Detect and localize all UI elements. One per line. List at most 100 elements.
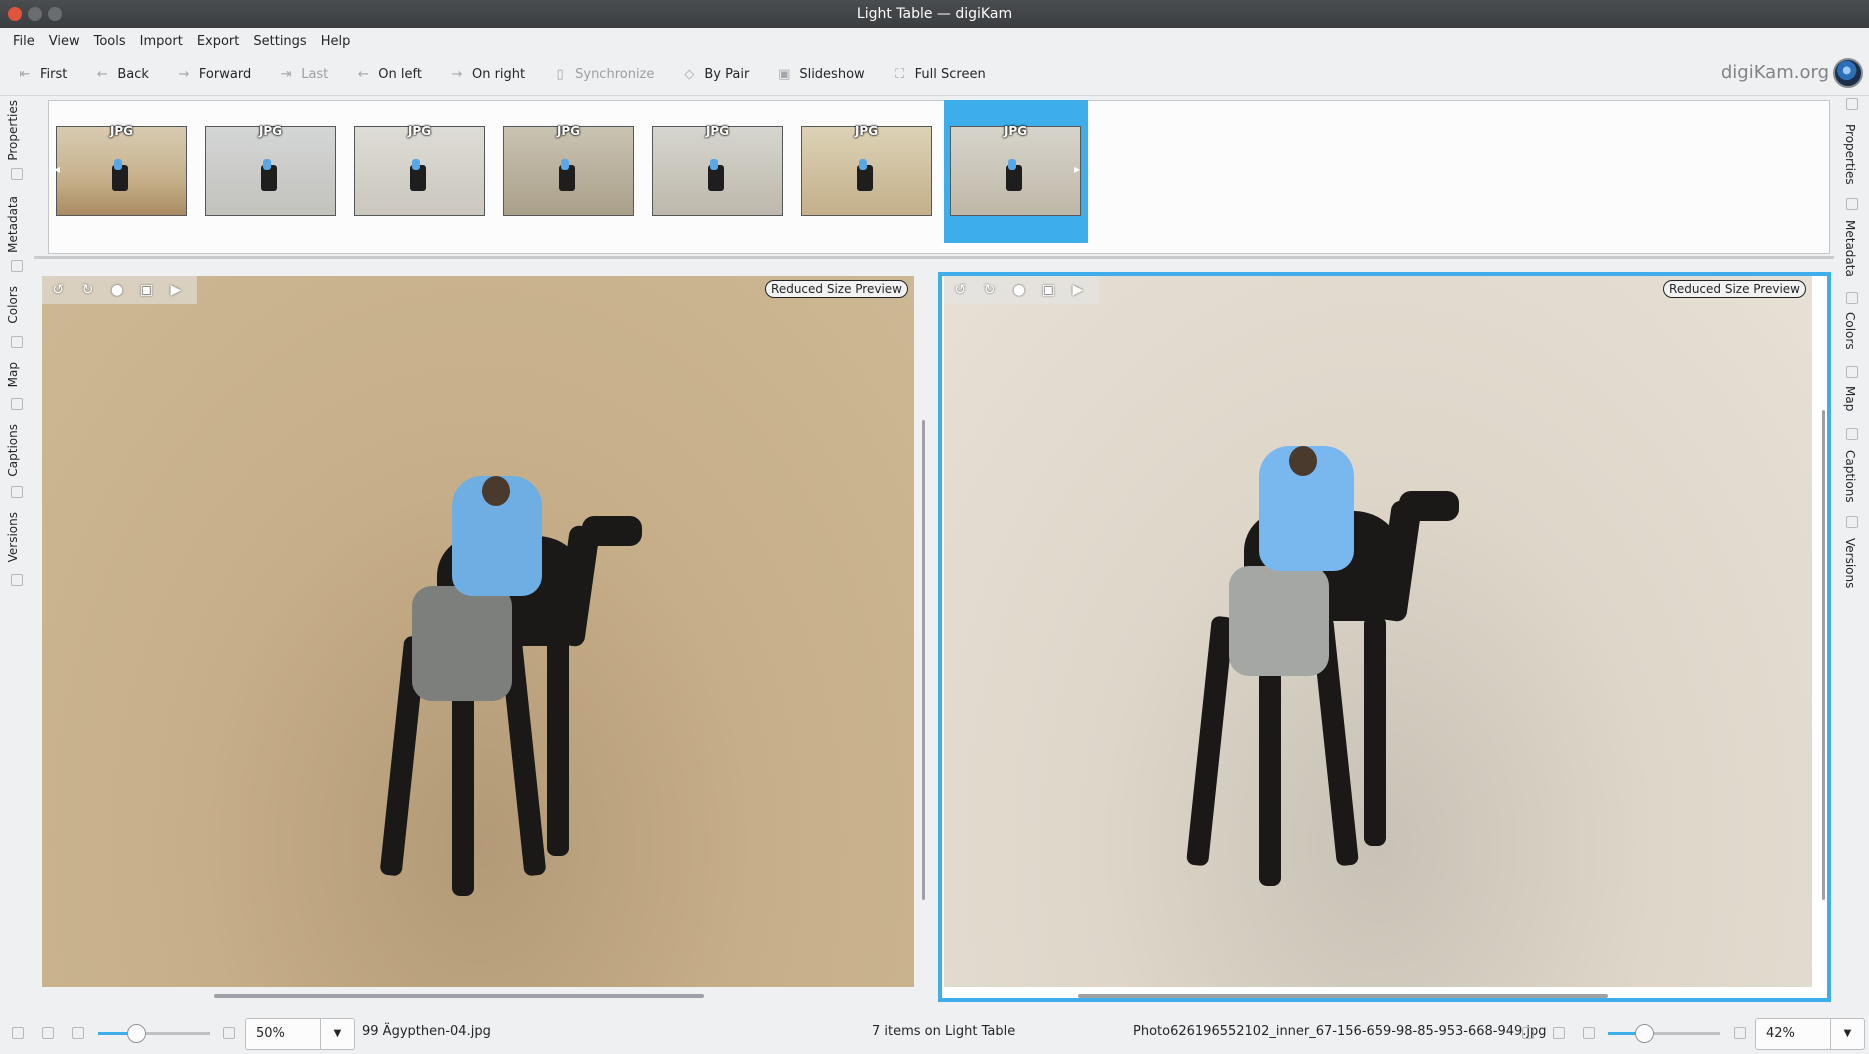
play-icon[interactable]: ▶	[1070, 281, 1086, 299]
full-screen-button[interactable]: ⛶ Full Screen	[891, 67, 986, 83]
right-zoom-combo[interactable]: 42% ▼	[1755, 1018, 1865, 1050]
slider-handle[interactable]	[1635, 1024, 1654, 1043]
right-preview-pane[interactable]: ↺ ↻ ● ▣ ▶ Reduced Size Preview	[944, 276, 1812, 987]
menu-file[interactable]: File	[6, 34, 42, 49]
zoom-100-icon[interactable]	[42, 1027, 54, 1039]
right-vertical-scrollbar[interactable]	[1822, 410, 1825, 900]
left-tab-colors[interactable]: Colors	[6, 286, 20, 324]
back-button[interactable]: ← Back	[93, 67, 149, 83]
thumbnail[interactable]: JPG	[354, 124, 485, 216]
rotate-left-icon[interactable]: ↺	[952, 281, 968, 299]
first-button[interactable]: ⇤ First	[16, 67, 68, 83]
zoom-out-icon[interactable]	[1583, 1027, 1595, 1039]
rider-figure	[1008, 159, 1016, 170]
last-button[interactable]: ⇥ Last	[277, 66, 329, 83]
right-horizontal-scrollbar[interactable]	[1078, 994, 1608, 998]
person-icon[interactable]: ●	[109, 281, 125, 299]
rider-figure	[859, 159, 867, 170]
menu-view[interactable]: View	[42, 34, 87, 49]
jpg-badge: JPG	[556, 124, 581, 138]
left-tab-versions[interactable]: Versions	[6, 512, 20, 562]
forward-icon: →	[178, 66, 190, 82]
on-right-button[interactable]: → On right	[448, 67, 526, 83]
thumbnail-selected[interactable]: JPG	[950, 124, 1081, 216]
arrow-left-icon: ←	[357, 66, 369, 82]
scroll-left-icon[interactable]: ◂	[54, 162, 60, 176]
captions-icon	[11, 486, 23, 498]
fit-to-window-icon[interactable]	[1522, 1027, 1534, 1039]
thumbnail[interactable]: JPG	[503, 124, 634, 216]
zoom-out-icon[interactable]	[72, 1027, 84, 1039]
rotate-right-icon[interactable]: ↻	[981, 281, 997, 299]
left-tab-properties[interactable]: Properties	[6, 100, 20, 161]
thumbnail-bar-splitter[interactable]	[34, 256, 1834, 259]
close-window-button[interactable]	[8, 7, 22, 21]
main-toolbar: ⇤ First ← Back → Forward ⇥ Last ← On left → On…	[0, 54, 1869, 96]
zoom-in-icon[interactable]	[223, 1027, 235, 1039]
captions-icon	[1846, 428, 1858, 440]
jpg-badge: JPG	[854, 124, 879, 138]
by-pair-button[interactable]: ◇ By Pair	[680, 67, 749, 83]
thumbnail[interactable]: JPG	[801, 124, 932, 216]
menu-import[interactable]: Import	[133, 34, 190, 49]
left-vertical-scrollbar[interactable]	[922, 420, 925, 900]
menu-export[interactable]: Export	[190, 34, 247, 49]
title-bar: Light Table — digiKam	[0, 0, 1869, 28]
thumbnail-strip: JPG JPG JPG JPG JPG JPG JPG ◂ ▸	[48, 100, 1830, 254]
item-count: 7 items on Light Table	[872, 1024, 1016, 1039]
jpg-badge: JPG	[705, 124, 730, 138]
chevron-down-icon[interactable]: ▼	[1830, 1019, 1864, 1049]
jpg-badge: JPG	[407, 124, 432, 138]
synchronize-button[interactable]: ▯ Synchronize	[551, 67, 655, 83]
colors-icon	[1846, 292, 1858, 304]
right-tab-versions[interactable]: Versions	[1843, 538, 1857, 588]
menu-help[interactable]: Help	[314, 34, 358, 49]
right-tab-captions[interactable]: Captions	[1843, 450, 1857, 503]
right-tab-map[interactable]: Map	[1843, 386, 1857, 411]
play-icon[interactable]: ▶	[168, 281, 184, 299]
camel-leg	[547, 636, 569, 856]
reduced-size-preview-badge: Reduced Size Preview	[1663, 280, 1806, 298]
slideshow-icon: ▣	[778, 66, 791, 82]
rotate-right-icon[interactable]: ↻	[79, 281, 95, 299]
digikam-logo-icon	[1833, 58, 1863, 88]
metadata-icon	[1846, 198, 1858, 210]
fit-to-window-icon[interactable]	[12, 1027, 24, 1039]
left-tab-map[interactable]: Map	[6, 362, 20, 387]
minimize-window-button[interactable]	[28, 7, 42, 21]
rider-figure	[710, 159, 718, 170]
slideshow-button[interactable]: ▣ Slideshow	[775, 67, 864, 83]
chevron-down-icon[interactable]: ▼	[320, 1019, 354, 1049]
right-file-name: Photo626196552102_inner_67-156-659-98-85…	[1133, 1024, 1547, 1039]
thumbnail[interactable]: JPG	[205, 124, 336, 216]
left-zoom-slider[interactable]	[98, 1013, 210, 1054]
left-preview-pane[interactable]: ↺ ↻ ● ▣ ▶ Reduced Size Preview	[42, 276, 914, 987]
face-tag-icon[interactable]: ▣	[138, 281, 154, 299]
right-tab-colors[interactable]: Colors	[1843, 312, 1857, 350]
forward-button[interactable]: → Forward	[175, 67, 251, 83]
person-icon[interactable]: ●	[1011, 281, 1027, 299]
on-left-button[interactable]: ← On left	[354, 67, 422, 83]
jpg-badge: JPG	[1003, 124, 1028, 138]
menu-bar: File View Tools Import Export Settings H…	[0, 28, 1869, 54]
zoom-in-icon[interactable]	[1734, 1027, 1746, 1039]
left-tab-metadata[interactable]: Metadata	[6, 196, 20, 253]
zoom-100-icon[interactable]	[1553, 1027, 1565, 1039]
brand-link[interactable]: digiKam.org	[1721, 62, 1829, 83]
scroll-right-icon[interactable]: ▸	[1074, 162, 1080, 176]
last-icon: ⇥	[280, 66, 292, 82]
thumbnail[interactable]: JPG	[652, 124, 783, 216]
face-tag-icon[interactable]: ▣	[1040, 281, 1056, 299]
right-tab-properties[interactable]: Properties	[1843, 124, 1857, 185]
menu-settings[interactable]: Settings	[246, 34, 313, 49]
thumbnail[interactable]: JPG	[56, 124, 187, 216]
menu-tools[interactable]: Tools	[87, 34, 133, 49]
rotate-left-icon[interactable]: ↺	[50, 281, 66, 299]
maximize-window-button[interactable]	[48, 7, 62, 21]
left-zoom-combo[interactable]: 50% ▼	[245, 1018, 355, 1050]
slider-handle[interactable]	[127, 1024, 146, 1043]
left-tab-captions[interactable]: Captions	[6, 424, 20, 477]
right-zoom-slider[interactable]	[1608, 1013, 1720, 1054]
right-tab-metadata[interactable]: Metadata	[1843, 220, 1857, 277]
left-horizontal-scrollbar[interactable]	[214, 994, 704, 998]
